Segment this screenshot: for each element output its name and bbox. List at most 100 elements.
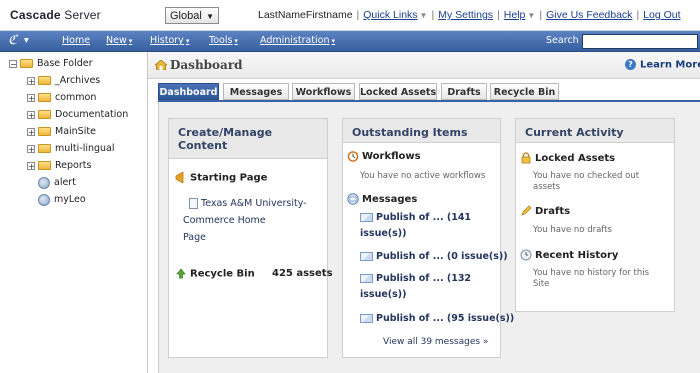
tree-item-label: _Archives <box>55 75 101 86</box>
chevron-down-icon: ▾ <box>331 37 336 45</box>
recycle-bin-label: Recycle Bin <box>190 268 255 280</box>
current-activity-panel: Current Activity Locked Assets You have … <box>515 118 675 312</box>
locked-assets-note: You have no checked out assets <box>533 171 671 193</box>
main-area: Dashboard ? Learn More Dashboard Messages… <box>148 52 700 373</box>
messages-heading[interactable]: Messages <box>347 193 417 205</box>
megaphone-icon <box>175 171 184 184</box>
brand-primary: Cascade <box>10 8 61 22</box>
expand-icon[interactable]: + <box>27 93 35 102</box>
workflows-note: You have no active workflows <box>360 171 486 181</box>
tree-item[interactable]: + Reports <box>27 159 91 173</box>
starting-page-line: Page <box>183 232 206 243</box>
tree-item[interactable]: + common <box>27 91 96 105</box>
home-icon <box>155 60 167 70</box>
feedback-link[interactable]: Give Us Feedback <box>546 9 632 21</box>
recycle-icon <box>176 268 186 279</box>
folder-icon <box>38 127 51 136</box>
quick-links-link[interactable]: Quick Links <box>363 9 417 21</box>
panel-title-line: Content <box>178 139 228 152</box>
cascade-logo-icon[interactable]: ℭ <box>8 33 17 48</box>
learn-more-link[interactable]: ? Learn More <box>625 59 700 71</box>
search-input[interactable] <box>582 34 698 49</box>
tab-locked-assets[interactable]: Locked Assets <box>359 83 437 100</box>
chevron-down-icon[interactable]: ▼ <box>527 11 535 20</box>
logout-link[interactable]: Log Out <box>643 9 680 21</box>
nav-history[interactable]: History ▾ <box>150 35 189 46</box>
expand-icon[interactable]: + <box>27 127 35 136</box>
starting-page-line: Texas A&M University- <box>201 198 307 209</box>
drafts-heading[interactable]: Drafts <box>520 205 570 217</box>
page-title: Dashboard <box>170 58 243 72</box>
recent-history-heading[interactable]: Recent History <box>520 249 618 261</box>
folder-tree: − Base Folder + _Archives + common + Documen… <box>0 52 148 373</box>
site-select[interactable]: Global ▼ <box>165 7 219 24</box>
folder-icon <box>38 76 51 85</box>
recycle-bin-heading[interactable]: Recycle Bin <box>175 268 255 280</box>
tree-page[interactable]: alert <box>38 176 76 190</box>
folder-icon <box>20 59 33 68</box>
note-line: Site <box>533 279 550 289</box>
tree-root[interactable]: − Base Folder <box>9 57 93 71</box>
chevron-down-icon[interactable]: ▾ <box>24 35 29 46</box>
note-line: You have no history for this <box>533 268 650 278</box>
expand-icon[interactable]: + <box>27 76 35 85</box>
expand-icon[interactable]: + <box>27 144 35 153</box>
tree-item-label: Reports <box>55 160 92 171</box>
folder-icon <box>38 110 51 119</box>
folder-icon <box>38 161 51 170</box>
message-item[interactable]: Publish of ... (141 issue(s)) <box>360 210 500 242</box>
nav-home[interactable]: Home <box>62 35 90 46</box>
chevron-down-icon: ▾ <box>128 37 133 45</box>
tab-drafts[interactable]: Drafts <box>441 83 487 100</box>
brand-secondary: Server <box>60 8 101 22</box>
tree-item[interactable]: + multi-lingual <box>27 142 115 156</box>
tree-item[interactable]: + MainSite <box>27 125 96 139</box>
tree-page[interactable]: myLeo <box>38 193 86 207</box>
expand-icon[interactable]: + <box>27 161 35 170</box>
message-item[interactable]: Publish of ... (0 issue(s)) <box>360 249 508 265</box>
history-icon <box>520 249 532 261</box>
envelope-icon <box>360 213 373 222</box>
starting-page-line: Commerce Home <box>183 215 266 226</box>
workflows-label: Workflows <box>362 151 421 162</box>
recent-history-label: Recent History <box>535 250 619 261</box>
collapse-icon[interactable]: − <box>9 59 17 68</box>
nav-bar: ℭ ▾ Home New ▾ History ▾ Tools ▾ Administra… <box>0 31 700 52</box>
tab-dashboard[interactable]: Dashboard <box>158 83 219 100</box>
expand-icon[interactable]: + <box>27 110 35 119</box>
workflows-heading[interactable]: Workflows <box>347 150 421 162</box>
nav-administration[interactable]: Administration ▾ <box>260 35 335 46</box>
recent-history-note: You have no history for this Site <box>533 268 673 290</box>
starting-page-label: Starting Page <box>190 172 268 184</box>
chevron-down-icon[interactable]: ▼ <box>420 11 428 20</box>
site-select-value: Global <box>170 10 202 22</box>
tab-workflows[interactable]: Workflows <box>292 83 355 100</box>
tree-item[interactable]: + _Archives <box>27 74 100 88</box>
nav-tools[interactable]: Tools ▾ <box>209 35 238 46</box>
message-line: Publish of ... (141 <box>376 212 472 223</box>
tree-item-label: multi-lingual <box>55 143 115 154</box>
panel-title: Current Activity <box>516 119 674 143</box>
brand-logo: Cascade Server <box>10 8 101 22</box>
message-item[interactable]: Publish of ... (132 issue(s)) <box>360 271 500 303</box>
recycle-bin-count: 425 assets <box>272 268 333 279</box>
messages-icon <box>347 193 359 205</box>
chevron-down-icon: ▾ <box>234 37 238 45</box>
tree-item[interactable]: + Documentation <box>27 108 128 122</box>
my-settings-link[interactable]: My Settings <box>438 9 493 21</box>
message-item[interactable]: Publish of ... (95 issue(s)) <box>360 311 514 327</box>
messages-label: Messages <box>362 194 418 205</box>
lock-icon <box>521 152 531 164</box>
tab-messages[interactable]: Messages <box>223 83 289 100</box>
message-line: Publish of ... (0 issue(s)) <box>376 251 508 262</box>
note-line: You have no checked out <box>533 171 640 181</box>
locked-assets-label: Locked Assets <box>535 153 616 164</box>
locked-assets-heading[interactable]: Locked Assets <box>520 152 615 164</box>
message-line: issue(s)) <box>360 228 407 239</box>
view-all-messages-link[interactable]: View all 39 messages » <box>383 337 488 348</box>
nav-new[interactable]: New ▾ <box>106 35 132 46</box>
tab-recycle-bin[interactable]: Recycle Bin <box>490 83 559 100</box>
page-icon <box>38 176 50 189</box>
starting-page-link[interactable]: Texas A&M University- Commerce Home Page <box>183 195 324 246</box>
help-link[interactable]: Help <box>504 9 526 21</box>
